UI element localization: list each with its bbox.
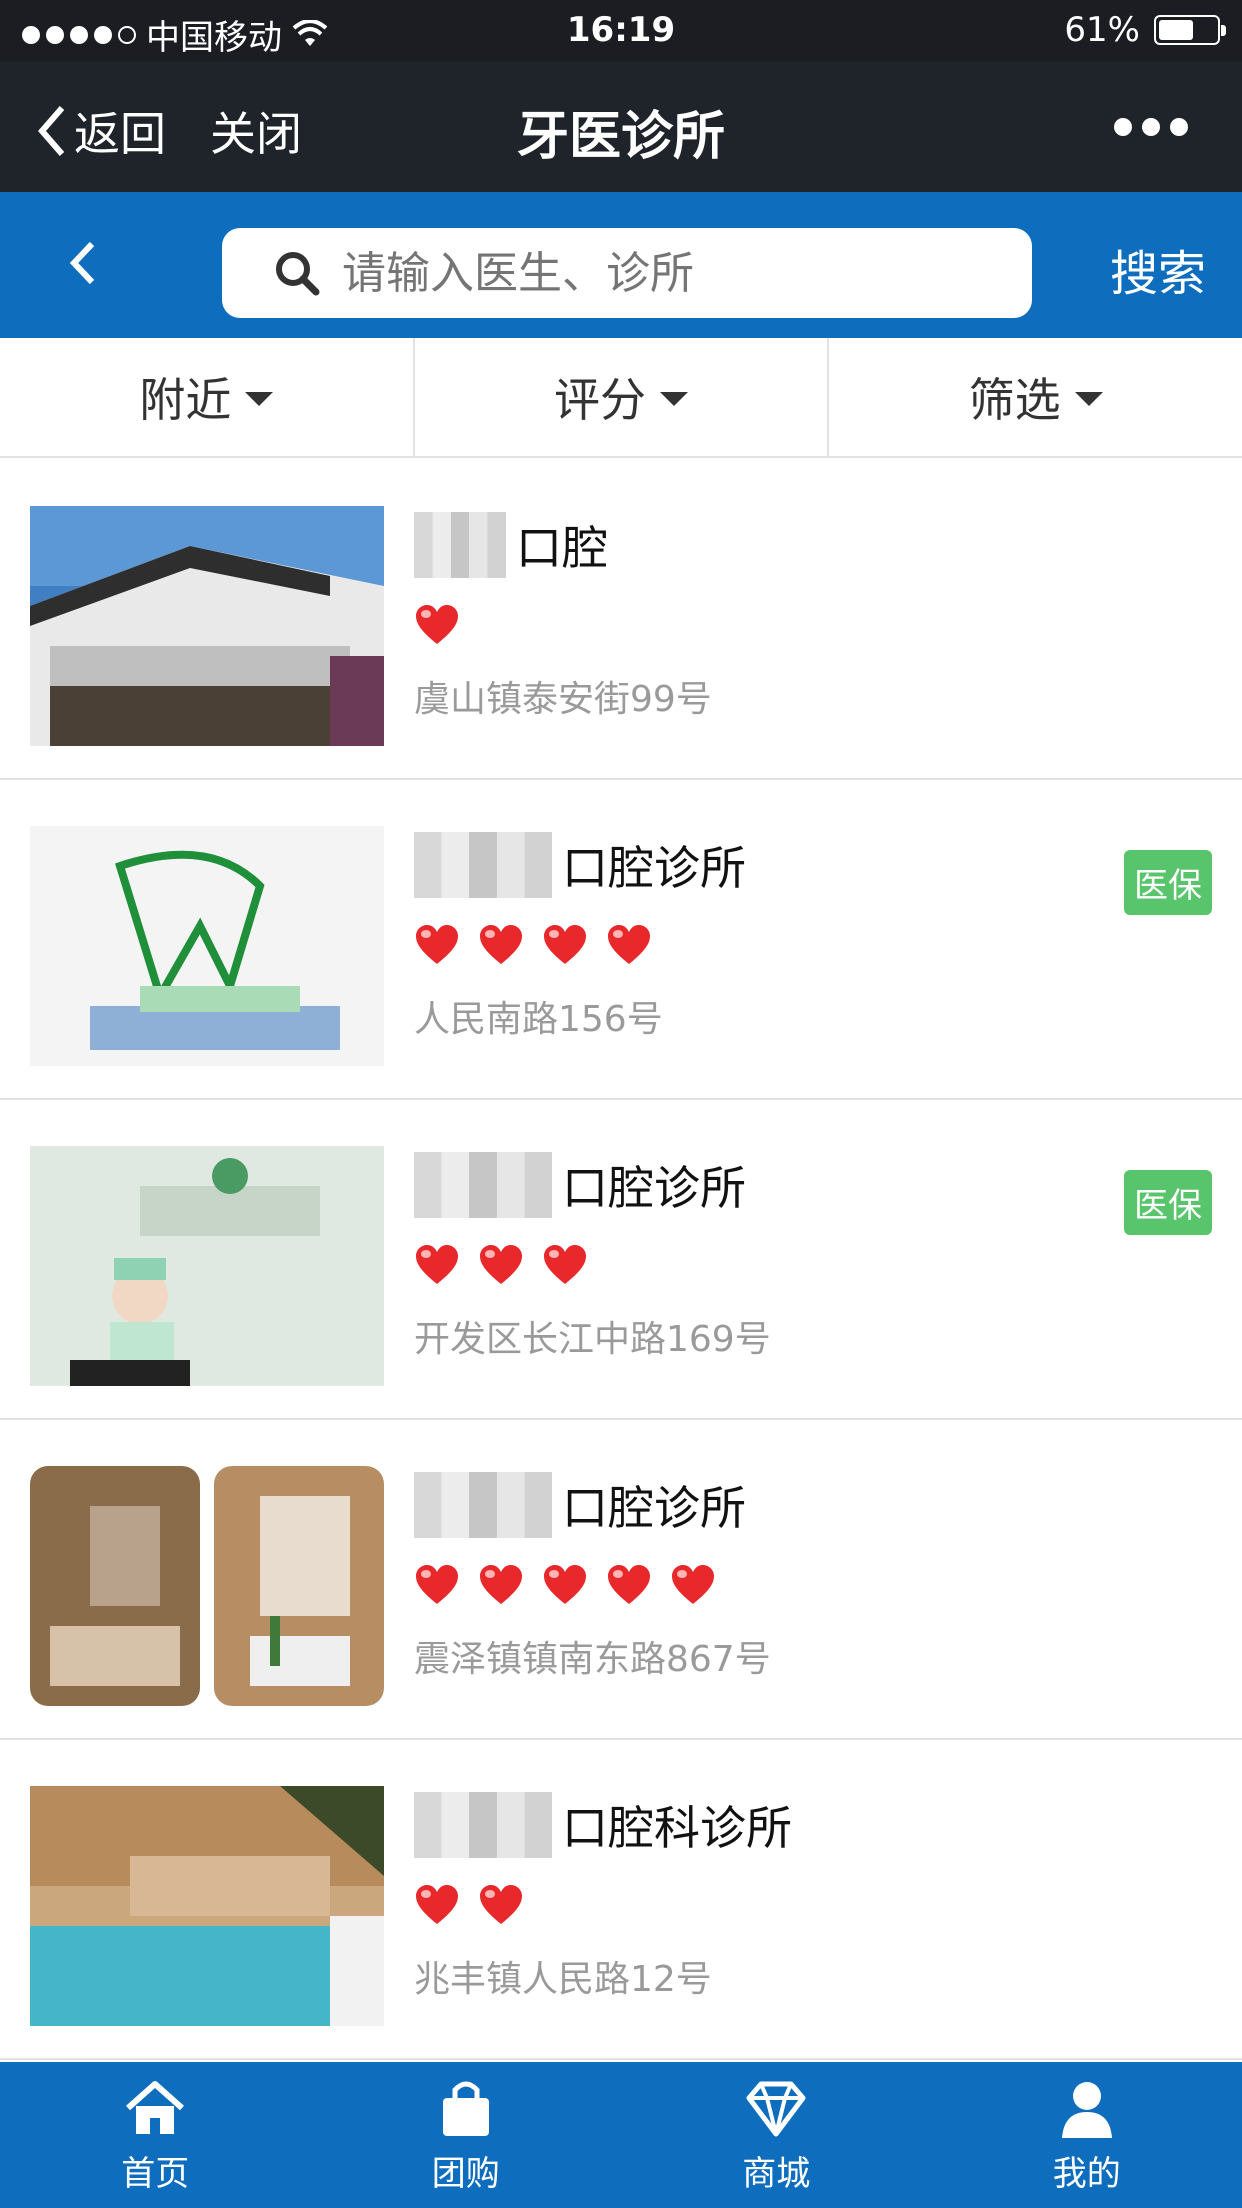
rating-hearts [414,1564,716,1606]
clock: 16:19 [566,10,676,50]
clinic-name: 口腔科诊所 [414,1792,792,1858]
redacted-text [414,832,552,898]
search-field[interactable] [222,228,1032,318]
heart-icon [544,1565,586,1604]
heart-icon [608,925,650,964]
filter-more[interactable]: 筛选 [829,338,1242,456]
battery-icon [1154,15,1226,45]
search-bar: 搜索 [0,192,1242,338]
clinic-photo [30,826,384,1066]
rating-hearts [414,604,460,646]
home-icon [126,2080,185,2134]
heart-icon [608,1565,650,1604]
clinic-name: 口腔诊所 [414,1472,746,1538]
clinic-photo [30,506,384,746]
tab-home[interactable]: 首页 [0,2062,311,2208]
more-menu-button[interactable] [1114,118,1188,136]
redacted-text [414,1152,552,1218]
search-input[interactable] [342,247,942,299]
clinic-photo [30,1466,384,1706]
caret-down-icon [245,392,274,406]
heart-icon [416,1245,458,1284]
filter-label: 筛选 [968,373,1061,427]
redacted-text [414,512,506,578]
heart-icon [480,1565,522,1604]
tab-bar: 首页 团购 商城 我的 [0,2062,1242,2208]
tab-mine[interactable]: 我的 [932,2062,1242,2208]
tab-label: 首页 [121,2153,190,2194]
list-item[interactable]: 口腔诊所 人民南路156号 医保 [0,780,1242,1100]
list-item[interactable]: 口腔科诊所 兆丰镇人民路12号 [0,1740,1242,2060]
chevron-left-icon[interactable] [60,238,110,288]
filter-label: 评分 [554,373,646,427]
shopping-bag-icon [442,2081,489,2136]
insurance-badge: 医保 [1124,850,1212,915]
list-item[interactable]: 口腔诊所 震泽镇镇南东路867号 [0,1420,1242,1740]
list-item[interactable]: 口腔 虞山镇泰安街99号 [0,460,1242,780]
title-bar: 返回 关闭 牙医诊所 [0,62,1242,192]
clinic-address: 兆丰镇人民路12号 [414,1959,712,2000]
rating-hearts [414,1244,588,1286]
heart-icon [416,605,458,644]
search-button[interactable]: 搜索 [1110,234,1206,304]
status-bar: 中国移动 16:19 61% [0,0,1242,62]
tab-label: 团购 [431,2153,500,2194]
filter-bar: 附近 评分 筛选 [0,338,1242,458]
diamond-icon [746,2081,806,2136]
heart-icon [544,1245,586,1284]
clinic-address: 虞山镇泰安街99号 [414,679,712,720]
more-icon [1114,118,1132,136]
clinic-name: 口腔诊所 [414,832,746,898]
filter-label: 附近 [139,373,232,427]
clinic-photo [30,1786,384,2026]
heart-icon [480,925,522,964]
filter-rating[interactable]: 评分 [415,338,830,456]
clinic-address: 人民南路156号 [414,999,663,1040]
rating-hearts [414,1884,524,1926]
battery-percent: 61% [1064,10,1140,50]
heart-icon [416,1885,458,1924]
insurance-badge: 医保 [1124,1170,1212,1235]
page-title: 牙医诊所 [516,107,725,167]
clinic-address: 开发区长江中路169号 [414,1319,771,1360]
redacted-text [414,1792,552,1858]
heart-icon [544,925,586,964]
heart-icon [480,1885,522,1924]
heart-icon [416,1565,458,1604]
rating-hearts [414,924,652,966]
tab-label: 商城 [742,2153,811,2194]
tab-label: 我的 [1052,2153,1121,2194]
clinic-address: 震泽镇镇南东路867号 [414,1639,771,1680]
filter-nearby[interactable]: 附近 [0,338,415,456]
heart-icon [672,1565,714,1604]
heart-icon [480,1245,522,1284]
clinic-name: 口腔 [414,512,608,578]
caret-down-icon [660,392,688,406]
tab-mall[interactable]: 商城 [621,2062,932,2208]
caret-down-icon [1074,392,1103,406]
list-item[interactable]: 口腔诊所 开发区长江中路169号 医保 [0,1100,1242,1420]
tab-group-buy[interactable]: 团购 [311,2062,622,2208]
heart-icon [416,925,458,964]
user-icon [1061,2081,1112,2138]
clinic-list: 口腔 虞山镇泰安街99号 口腔诊所 人民南路156号 医保 口腔诊所 开发区长江… [0,460,1242,2060]
search-icon [276,252,320,296]
redacted-text [414,1472,552,1538]
clinic-name: 口腔诊所 [414,1152,746,1218]
clinic-photo [30,1146,384,1386]
